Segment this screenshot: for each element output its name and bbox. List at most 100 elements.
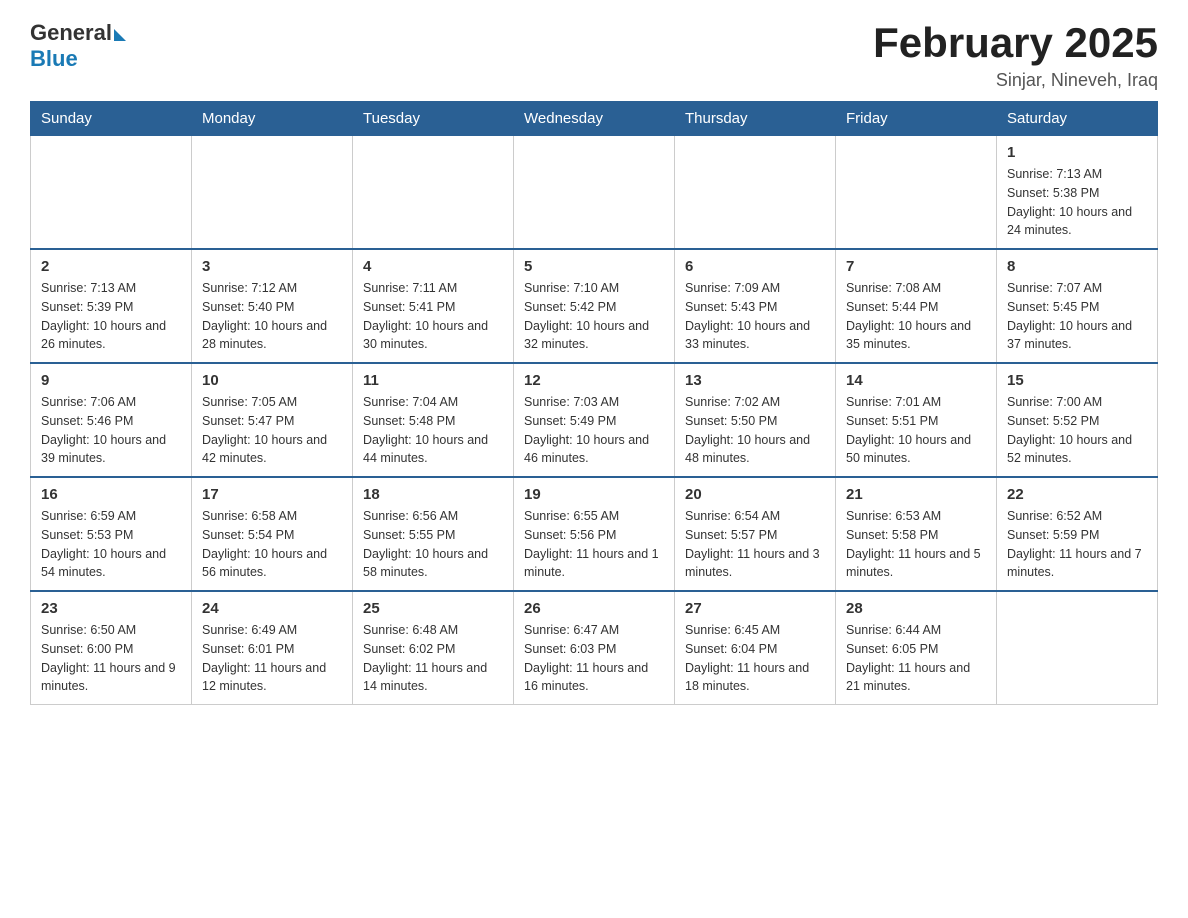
- day-info: Sunrise: 7:13 AMSunset: 5:39 PMDaylight:…: [41, 279, 181, 354]
- day-number: 22: [1007, 486, 1147, 503]
- day-info: Sunrise: 7:03 AMSunset: 5:49 PMDaylight:…: [524, 393, 664, 468]
- day-number: 7: [846, 258, 986, 275]
- day-info: Sunrise: 7:09 AMSunset: 5:43 PMDaylight:…: [685, 279, 825, 354]
- day-info: Sunrise: 6:44 AMSunset: 6:05 PMDaylight:…: [846, 621, 986, 696]
- calendar-cell: 3 Sunrise: 7:12 AMSunset: 5:40 PMDaylight…: [192, 249, 353, 363]
- col-saturday: Saturday: [997, 102, 1158, 136]
- day-number: 16: [41, 486, 181, 503]
- day-info: Sunrise: 6:50 AMSunset: 6:00 PMDaylight:…: [41, 621, 181, 696]
- day-number: 10: [202, 372, 342, 389]
- col-sunday: Sunday: [31, 102, 192, 136]
- calendar-cell: 13 Sunrise: 7:02 AMSunset: 5:50 PMDayligh…: [675, 363, 836, 477]
- day-info: Sunrise: 7:08 AMSunset: 5:44 PMDaylight:…: [846, 279, 986, 354]
- calendar-cell: [192, 136, 353, 250]
- day-info: Sunrise: 6:58 AMSunset: 5:54 PMDaylight:…: [202, 507, 342, 582]
- month-title: February 2025: [873, 20, 1158, 66]
- calendar-cell: [31, 136, 192, 250]
- day-number: 3: [202, 258, 342, 275]
- day-number: 23: [41, 600, 181, 617]
- day-info: Sunrise: 7:06 AMSunset: 5:46 PMDaylight:…: [41, 393, 181, 468]
- day-number: 17: [202, 486, 342, 503]
- day-number: 14: [846, 372, 986, 389]
- calendar-cell: 4 Sunrise: 7:11 AMSunset: 5:41 PMDaylight…: [353, 249, 514, 363]
- calendar-cell: 23 Sunrise: 6:50 AMSunset: 6:00 PMDayligh…: [31, 591, 192, 705]
- calendar-cell: [353, 136, 514, 250]
- calendar-cell: 19Sunrise: 6:55 AMSunset: 5:56 PMDayligh…: [514, 477, 675, 591]
- day-number: 13: [685, 372, 825, 389]
- day-number: 8: [1007, 258, 1147, 275]
- calendar-cell: 18 Sunrise: 6:56 AMSunset: 5:55 PMDayligh…: [353, 477, 514, 591]
- calendar-cell: 9 Sunrise: 7:06 AMSunset: 5:46 PMDaylight…: [31, 363, 192, 477]
- day-number: 15: [1007, 372, 1147, 389]
- calendar-table: Sunday Monday Tuesday Wednesday Thursday…: [30, 101, 1158, 705]
- calendar-cell: 27 Sunrise: 6:45 AMSunset: 6:04 PMDayligh…: [675, 591, 836, 705]
- day-number: 20: [685, 486, 825, 503]
- day-number: 9: [41, 372, 181, 389]
- col-monday: Monday: [192, 102, 353, 136]
- day-number: 11: [363, 372, 503, 389]
- calendar-cell: [514, 136, 675, 250]
- calendar-cell: 25Sunrise: 6:48 AMSunset: 6:02 PMDayligh…: [353, 591, 514, 705]
- logo-general-text: General: [30, 20, 112, 46]
- day-info: Sunrise: 7:05 AMSunset: 5:47 PMDaylight:…: [202, 393, 342, 468]
- day-info: Sunrise: 6:49 AMSunset: 6:01 PMDaylight:…: [202, 621, 342, 696]
- calendar-cell: 11 Sunrise: 7:04 AMSunset: 5:48 PMDayligh…: [353, 363, 514, 477]
- day-number: 4: [363, 258, 503, 275]
- day-number: 26: [524, 600, 664, 617]
- day-info: Sunrise: 7:13 AMSunset: 5:38 PMDaylight:…: [1007, 165, 1147, 240]
- day-info: Sunrise: 6:52 AMSunset: 5:59 PMDaylight:…: [1007, 507, 1147, 582]
- calendar-week-row-3: 9 Sunrise: 7:06 AMSunset: 5:46 PMDaylight…: [31, 363, 1158, 477]
- day-info: Sunrise: 6:59 AMSunset: 5:53 PMDaylight:…: [41, 507, 181, 582]
- calendar-cell: 7 Sunrise: 7:08 AMSunset: 5:44 PMDaylight…: [836, 249, 997, 363]
- day-info: Sunrise: 6:45 AMSunset: 6:04 PMDaylight:…: [685, 621, 825, 696]
- day-info: Sunrise: 7:04 AMSunset: 5:48 PMDaylight:…: [363, 393, 503, 468]
- calendar-week-row-4: 16 Sunrise: 6:59 AMSunset: 5:53 PMDayligh…: [31, 477, 1158, 591]
- day-info: Sunrise: 7:10 AMSunset: 5:42 PMDaylight:…: [524, 279, 664, 354]
- day-number: 28: [846, 600, 986, 617]
- day-number: 21: [846, 486, 986, 503]
- day-number: 27: [685, 600, 825, 617]
- location: Sinjar, Nineveh, Iraq: [873, 70, 1158, 91]
- col-tuesday: Tuesday: [353, 102, 514, 136]
- day-info: Sunrise: 6:48 AMSunset: 6:02 PMDaylight:…: [363, 621, 503, 696]
- calendar-week-row-2: 2 Sunrise: 7:13 AMSunset: 5:39 PMDaylight…: [31, 249, 1158, 363]
- day-info: Sunrise: 7:00 AMSunset: 5:52 PMDaylight:…: [1007, 393, 1147, 468]
- day-number: 12: [524, 372, 664, 389]
- calendar-cell: 21Sunrise: 6:53 AMSunset: 5:58 PMDayligh…: [836, 477, 997, 591]
- calendar-cell: 24 Sunrise: 6:49 AMSunset: 6:01 PMDayligh…: [192, 591, 353, 705]
- logo: General Blue: [30, 20, 126, 72]
- day-number: 2: [41, 258, 181, 275]
- day-number: 24: [202, 600, 342, 617]
- calendar-header-row: Sunday Monday Tuesday Wednesday Thursday…: [31, 102, 1158, 136]
- page-header: General Blue February 2025 Sinjar, Ninev…: [30, 20, 1158, 91]
- day-info: Sunrise: 7:01 AMSunset: 5:51 PMDaylight:…: [846, 393, 986, 468]
- calendar-cell: 2 Sunrise: 7:13 AMSunset: 5:39 PMDaylight…: [31, 249, 192, 363]
- day-number: 5: [524, 258, 664, 275]
- calendar-cell: 16 Sunrise: 6:59 AMSunset: 5:53 PMDayligh…: [31, 477, 192, 591]
- calendar-cell: 1 Sunrise: 7:13 AMSunset: 5:38 PMDaylight…: [997, 136, 1158, 250]
- calendar-cell: 6 Sunrise: 7:09 AMSunset: 5:43 PMDaylight…: [675, 249, 836, 363]
- calendar-cell: 17 Sunrise: 6:58 AMSunset: 5:54 PMDayligh…: [192, 477, 353, 591]
- day-info: Sunrise: 6:47 AMSunset: 6:03 PMDaylight:…: [524, 621, 664, 696]
- calendar-week-row-5: 23 Sunrise: 6:50 AMSunset: 6:00 PMDayligh…: [31, 591, 1158, 705]
- calendar-cell: [997, 591, 1158, 705]
- calendar-cell: 20Sunrise: 6:54 AMSunset: 5:57 PMDayligh…: [675, 477, 836, 591]
- calendar-cell: 28 Sunrise: 6:44 AMSunset: 6:05 PMDayligh…: [836, 591, 997, 705]
- calendar-cell: 12 Sunrise: 7:03 AMSunset: 5:49 PMDayligh…: [514, 363, 675, 477]
- day-info: Sunrise: 6:55 AMSunset: 5:56 PMDaylight:…: [524, 507, 664, 582]
- day-info: Sunrise: 7:12 AMSunset: 5:40 PMDaylight:…: [202, 279, 342, 354]
- day-info: Sunrise: 7:11 AMSunset: 5:41 PMDaylight:…: [363, 279, 503, 354]
- day-number: 1: [1007, 144, 1147, 161]
- day-info: Sunrise: 6:56 AMSunset: 5:55 PMDaylight:…: [363, 507, 503, 582]
- calendar-cell: [836, 136, 997, 250]
- title-block: February 2025 Sinjar, Nineveh, Iraq: [873, 20, 1158, 91]
- day-number: 18: [363, 486, 503, 503]
- calendar-cell: 10 Sunrise: 7:05 AMSunset: 5:47 PMDayligh…: [192, 363, 353, 477]
- day-number: 6: [685, 258, 825, 275]
- calendar-cell: 8Sunrise: 7:07 AMSunset: 5:45 PMDaylight…: [997, 249, 1158, 363]
- day-info: Sunrise: 7:02 AMSunset: 5:50 PMDaylight:…: [685, 393, 825, 468]
- logo-blue-text: Blue: [30, 46, 78, 72]
- calendar-cell: 26 Sunrise: 6:47 AMSunset: 6:03 PMDayligh…: [514, 591, 675, 705]
- col-friday: Friday: [836, 102, 997, 136]
- calendar-cell: 22 Sunrise: 6:52 AMSunset: 5:59 PMDayligh…: [997, 477, 1158, 591]
